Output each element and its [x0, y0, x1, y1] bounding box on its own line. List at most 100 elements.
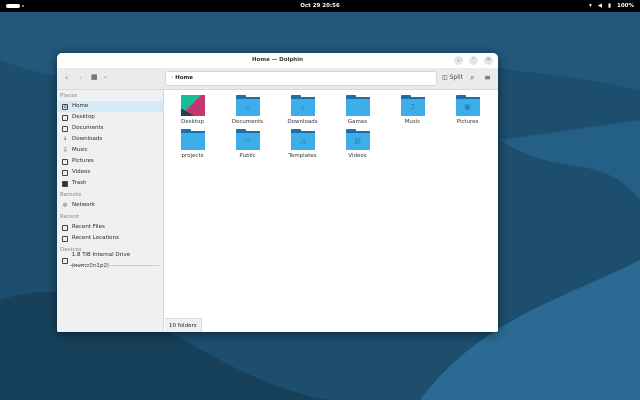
back-button[interactable]: ‹ — [65, 73, 68, 82]
sidebar-item-music[interactable]: ♫ Music — [57, 145, 163, 156]
file-name: Games — [347, 119, 368, 125]
sidebar-item-home[interactable]: ⌂ Home — [57, 101, 163, 112]
split-button[interactable]: ◫ Split — [442, 74, 463, 81]
sidebar-item-recent-files[interactable]: Recent Files — [57, 222, 163, 233]
split-icon: ◫ — [442, 74, 448, 81]
sidebar-item-desktop[interactable]: Desktop — [57, 112, 163, 123]
desktop-folder-icon — [180, 95, 205, 116]
file-view[interactable]: Desktop ▫ Documents ⤓ Downloads Games ♫ Music ▣ P… — [165, 90, 498, 332]
status-bar: 10 folders — [165, 318, 202, 332]
dolphin-window: Home — Dolphin ⌄ ⌃ ✕ ‹ › ▦ ⌄ › Home ◫ Sp… — [57, 53, 498, 332]
file-item-games[interactable]: Games — [330, 95, 385, 125]
folder-icon — [180, 129, 205, 150]
network-icon: ◎ — [62, 201, 68, 208]
file-name: Videos — [348, 153, 367, 159]
document-icon — [62, 125, 68, 132]
recent-locations-icon — [62, 235, 68, 242]
places-header: Places — [60, 93, 78, 99]
home-icon: ⌂ — [62, 103, 68, 110]
volume-icon: ◀ — [597, 3, 602, 9]
minimize-button[interactable]: ⌄ — [454, 56, 463, 65]
view-mode-button[interactable]: ▦ — [91, 73, 98, 81]
picture-icon — [62, 158, 68, 165]
forward-button[interactable]: › — [79, 73, 82, 82]
recent-files-icon — [62, 224, 68, 231]
drive-usage-bar — [70, 265, 159, 266]
sidebar-item-videos[interactable]: Videos — [57, 167, 163, 178]
folder-icon: ⤓ — [290, 95, 315, 116]
remote-header: Remote — [60, 192, 82, 198]
sidebar-item-internal-drive[interactable]: 1.8 TiB Internal Drive (nvme0n1p2) — [57, 252, 163, 269]
breadcrumb-separator: › — [171, 75, 174, 81]
close-button[interactable]: ✕ — [484, 56, 493, 65]
sidebar-item-label: Trash — [72, 180, 87, 186]
desktop-icon — [62, 114, 68, 121]
sidebar-item-label: Pictures — [72, 158, 94, 164]
video-icon — [62, 169, 68, 176]
sidebar-item-label: Network — [72, 202, 95, 208]
sidebar-item-downloads[interactable]: ↓ Downloads — [57, 134, 163, 145]
maximize-button[interactable]: ⌃ — [469, 56, 478, 65]
folder-icon: ▣ — [455, 95, 480, 116]
toolbar: ‹ › ▦ ⌄ › Home ◫ Split ⌕ ≡ — [57, 68, 498, 90]
sidebar-item-network[interactable]: ◎ Network — [57, 200, 163, 211]
view-mode-dropdown[interactable]: ⌄ — [103, 73, 108, 80]
sidebar-item-label: Recent Locations — [72, 235, 119, 241]
file-item-videos[interactable]: ▤ Videos — [330, 129, 385, 159]
sidebar-item-documents[interactable]: Documents — [57, 123, 163, 134]
battery-level: 100% — [617, 3, 634, 9]
file-item-music[interactable]: ♫ Music — [385, 95, 440, 125]
folder-icon — [345, 95, 370, 116]
file-item-templates[interactable]: ◿ Templates — [275, 129, 330, 159]
sidebar-item-label: Downloads — [72, 136, 103, 142]
drive-usage-fill — [70, 265, 84, 266]
sidebar-item-pictures[interactable]: Pictures — [57, 156, 163, 167]
folder-icon: ⚇ — [235, 129, 260, 150]
places-panel: Places ⌂ Home Desktop Documents ↓ Download… — [57, 90, 164, 332]
sidebar-item-label: 1.8 TiB Internal Drive (nvme0n1p2) — [71, 251, 131, 269]
wifi-icon: ▾ — [588, 3, 592, 9]
download-icon: ↓ — [62, 135, 68, 142]
trash-icon — [62, 180, 68, 187]
battery-icon: ▮ — [607, 3, 611, 9]
breadcrumb-home[interactable]: Home — [175, 75, 193, 81]
file-item-pictures[interactable]: ▣ Pictures — [440, 95, 495, 125]
file-name: Music — [404, 119, 421, 125]
sidebar-item-label: Music — [72, 147, 88, 153]
sidebar-item-label: Videos — [72, 169, 91, 175]
location-bar[interactable]: › Home — [165, 71, 437, 86]
system-tray[interactable]: ▾ ◀ ▮ 100% — [589, 3, 634, 9]
file-name: Templates — [288, 153, 317, 159]
folder-icon: ◿ — [290, 129, 315, 150]
sidebar-item-recent-locations[interactable]: Recent Locations — [57, 233, 163, 244]
music-icon: ♫ — [62, 146, 68, 153]
folder-icon: ▤ — [345, 129, 370, 150]
file-item-downloads[interactable]: ⤓ Downloads — [275, 95, 330, 125]
file-item-projects[interactable]: projects — [165, 129, 220, 159]
file-item-desktop[interactable]: Desktop — [165, 95, 220, 125]
folder-icon: ♫ — [400, 95, 425, 116]
file-name: Desktop — [181, 119, 204, 125]
file-name: Downloads — [287, 119, 318, 125]
sidebar-item-label: Home — [72, 103, 89, 109]
window-title: Home — Dolphin — [251, 57, 304, 63]
sidebar-item-label: Desktop — [72, 114, 95, 120]
file-item-public[interactable]: ⚇ Public — [220, 129, 275, 159]
title-bar[interactable]: Home — Dolphin ⌄ ⌃ ✕ — [57, 53, 498, 68]
file-name: Documents — [231, 119, 264, 125]
search-button[interactable]: ⌕ — [470, 73, 474, 83]
file-item-documents[interactable]: ▫ Documents — [220, 95, 275, 125]
recent-header: Recent — [60, 214, 80, 220]
file-name: Pictures — [456, 119, 479, 125]
folder-icon: ▫ — [235, 95, 260, 116]
split-label: Split — [449, 74, 463, 81]
file-name: Public — [239, 153, 256, 159]
sidebar-item-label: Documents — [72, 125, 104, 131]
drive-icon — [62, 257, 68, 264]
clock[interactable]: Oct 29 20:56 — [0, 3, 640, 9]
top-bar: Oct 29 20:56 ▾ ◀ ▮ 100% — [0, 0, 640, 12]
sidebar-item-trash[interactable]: Trash — [57, 178, 163, 189]
file-name: projects — [181, 153, 204, 159]
menu-button[interactable]: ≡ — [484, 73, 491, 82]
sidebar-item-label: Recent Files — [72, 224, 105, 230]
